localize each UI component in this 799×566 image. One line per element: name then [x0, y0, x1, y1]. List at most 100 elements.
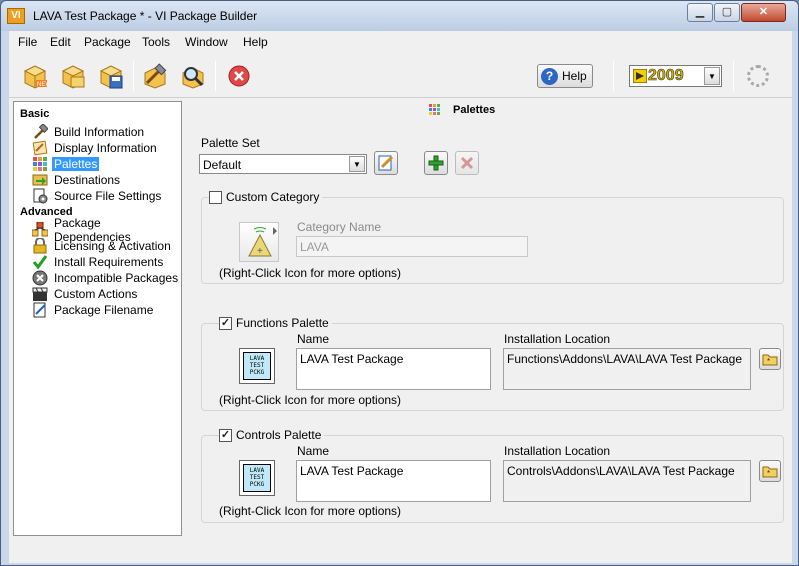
menu-help[interactable]: Help [243, 35, 268, 49]
minimize-button[interactable]: ▁ [687, 3, 713, 22]
custom-category-checkbox[interactable]: Custom Category [209, 190, 323, 204]
new-package-button[interactable]: NEW [21, 62, 49, 90]
sidebar-item-label: Custom Actions [54, 287, 138, 301]
sidebar-item-label: Incompatible Packages [54, 271, 179, 285]
labview-icon [633, 69, 647, 83]
build-button[interactable] [141, 62, 169, 90]
sidebar-item-destinations[interactable]: Destinations [32, 172, 122, 188]
open-package-button[interactable] [59, 62, 87, 90]
controls-name-field[interactable]: LAVA Test Package [296, 460, 491, 502]
svg-text:NEW: NEW [37, 82, 48, 88]
clapper-icon [32, 286, 48, 302]
section-title-text: Palettes [453, 104, 496, 116]
functions-palette-label: Functions Palette [236, 316, 329, 330]
palette-package-icon: LAVA TEST PCKG [243, 352, 271, 380]
help-button[interactable]: ? Help [537, 64, 593, 88]
toolbar: NEW [9, 53, 792, 98]
menu-file[interactable]: File [18, 35, 37, 49]
main-window: VI LAVA Test Package * - VI Package Buil… [0, 0, 799, 566]
palette-set-select[interactable]: Default ▼ [199, 154, 367, 174]
section-title: Palettes [429, 104, 495, 116]
sidebar-item-palettes[interactable]: Palettes [32, 156, 100, 172]
sidebar-item-label: Display Information [54, 141, 157, 155]
filename-icon [32, 302, 48, 318]
toolbar-separator [215, 61, 216, 91]
sidebar-item-label: Destinations [54, 173, 121, 187]
labview-version-select[interactable]: 2009 ▼ [629, 65, 722, 87]
palette-icon [32, 156, 48, 172]
sidebar-item-package-dependencies[interactable]: Package Dependencies [32, 216, 181, 244]
sidebar: Basic Build Information Display Informat… [13, 101, 182, 536]
icon-text-line: TEST [249, 362, 265, 369]
close-window-button[interactable]: ✕ [741, 3, 786, 22]
sidebar-item-display-information[interactable]: Display Information [32, 140, 159, 156]
svg-text:+: + [257, 246, 263, 257]
palettes-panel: Palettes Palette Set Default ▼ Custom Ca… [189, 98, 792, 558]
menu-window[interactable]: Window [185, 35, 228, 49]
custom-category-hint: (Right-Click Icon for more options) [219, 266, 402, 280]
controls-browse-button[interactable]: * [759, 460, 781, 482]
controls-palette-icon[interactable]: LAVA TEST PCKG [239, 460, 275, 496]
save-package-button[interactable] [97, 62, 125, 90]
svg-text:*: * [767, 357, 770, 366]
palette-set-value: Default [203, 158, 242, 172]
menu-tools[interactable]: Tools [142, 35, 170, 49]
open-package-icon [61, 65, 85, 89]
maximize-button[interactable]: ▢ [714, 3, 740, 22]
edit-palette-set-button[interactable] [374, 151, 398, 175]
destinations-icon [32, 172, 48, 188]
remove-palette-set-button[interactable] [455, 151, 479, 175]
add-palette-set-button[interactable] [424, 151, 448, 175]
build-icon [144, 63, 167, 89]
functions-location-field[interactable]: Functions\Addons\LAVA\LAVA Test Package [503, 348, 751, 390]
minimize-icon: ▁ [695, 6, 705, 18]
functions-location-label: Installation Location [504, 332, 611, 346]
functions-browse-button[interactable]: * [759, 348, 781, 370]
sidebar-item-label: Source File Settings [54, 189, 162, 203]
sidebar-item-package-filename[interactable]: Package Filename [32, 302, 155, 318]
close-package-button[interactable] [225, 62, 253, 90]
sidebar-item-install-requirements[interactable]: Install Requirements [32, 254, 165, 270]
sidebar-item-licensing-activation[interactable]: Licensing & Activation [32, 238, 173, 254]
inspect-button[interactable] [179, 62, 207, 90]
sidebar-item-custom-actions[interactable]: Custom Actions [32, 286, 139, 302]
dependencies-icon [32, 222, 48, 238]
functions-palette-checkbox[interactable]: ✓ Functions Palette [219, 316, 332, 330]
svg-text:*: * [767, 469, 770, 478]
checkbox-checked[interactable]: ✓ [219, 428, 232, 442]
functions-palette-icon[interactable]: LAVA TEST PCKG [239, 348, 275, 384]
hammer-icon [32, 124, 48, 140]
palette-icon [429, 104, 440, 115]
chevron-down-icon[interactable]: ▼ [349, 156, 365, 172]
window-title: LAVA Test Package * - VI Package Builder [33, 9, 258, 23]
functions-name-field[interactable]: LAVA Test Package [296, 348, 491, 390]
maximize-icon: ▢ [721, 6, 733, 18]
menu-bar: File Edit Package Tools Window Help [9, 31, 792, 53]
menu-package[interactable]: Package [84, 35, 131, 49]
save-package-icon [99, 65, 123, 89]
sidebar-header-basic: Basic [20, 108, 50, 120]
controls-palette-checkbox[interactable]: ✓ Controls Palette [219, 428, 325, 442]
icon-text-line: LAVA [249, 467, 265, 474]
lock-icon [32, 238, 48, 254]
category-icon[interactable]: + [239, 222, 279, 262]
inspect-icon [182, 67, 204, 89]
sidebar-item-label: Build Information [54, 125, 145, 139]
title-bar[interactable]: VI LAVA Test Package * - VI Package Buil… [1, 1, 798, 31]
checkmark-icon [32, 254, 48, 270]
controls-palette-label: Controls Palette [236, 428, 322, 442]
custom-category-label: Custom Category [226, 190, 320, 204]
palette-package-icon: LAVA TEST PCKG [243, 464, 271, 492]
sidebar-item-source-file-settings[interactable]: Source File Settings [32, 188, 163, 204]
checkbox-checked[interactable]: ✓ [219, 316, 232, 330]
checkbox-unchecked[interactable] [209, 190, 222, 204]
menu-edit[interactable]: Edit [50, 35, 71, 49]
sidebar-item-build-information[interactable]: Build Information [32, 124, 146, 140]
toolbar-separator [733, 61, 734, 91]
sidebar-item-incompatible-packages[interactable]: Incompatible Packages [32, 270, 180, 286]
app-icon: VI [7, 8, 25, 24]
category-name-field[interactable]: LAVA [296, 236, 528, 257]
controls-location-field[interactable]: Controls\Addons\LAVA\LAVA Test Package [503, 460, 751, 502]
chevron-down-icon[interactable]: ▼ [704, 67, 720, 85]
icon-text-line: PCKG [249, 369, 265, 376]
